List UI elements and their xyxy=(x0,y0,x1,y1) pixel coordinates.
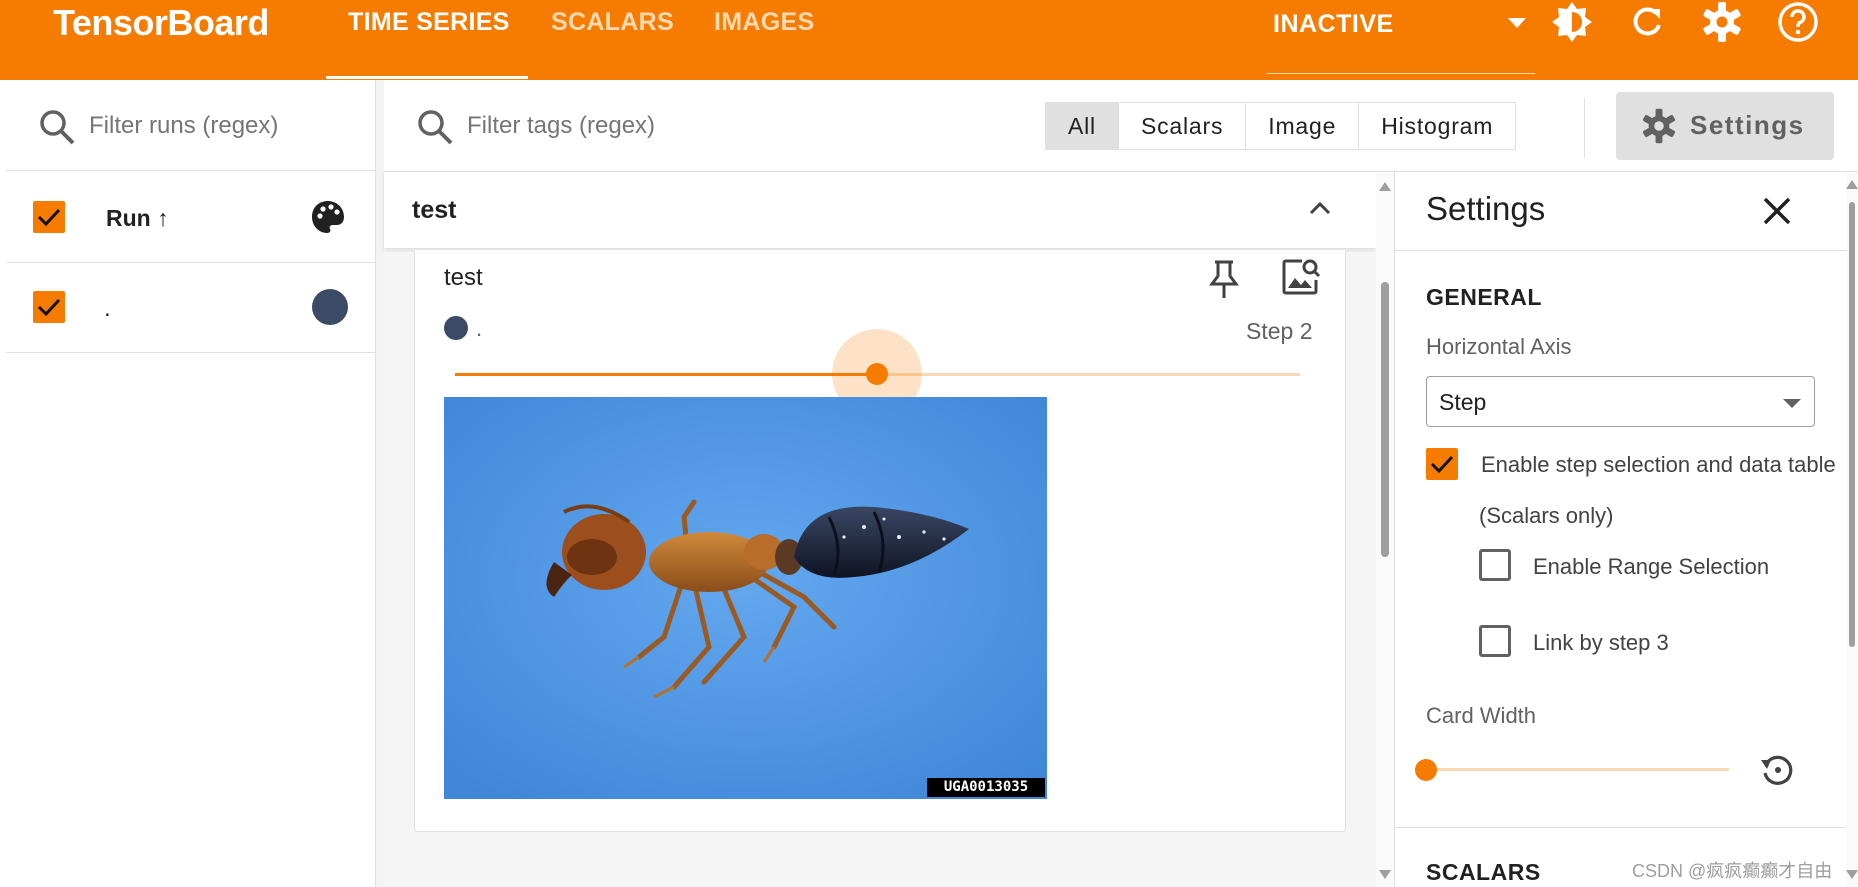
tab-time-series[interactable]: TIME SERIES xyxy=(348,8,510,37)
card-title: test xyxy=(444,264,483,291)
scroll-down-arrow-icon[interactable] xyxy=(1846,870,1858,879)
scalars-section-heading: SCALARS xyxy=(1426,859,1541,885)
sort-arrow-icon: ↑ xyxy=(157,205,169,231)
tag-group-title: test xyxy=(412,196,457,224)
card-width-label: Card Width xyxy=(1426,703,1537,728)
step-label: Step 2 xyxy=(1246,318,1313,344)
horizontal-axis-label: Horizontal Axis xyxy=(1426,334,1572,359)
select-all-runs-checkbox[interactable] xyxy=(33,201,65,233)
step-selection-checkbox[interactable] xyxy=(1426,448,1458,480)
settings-panel-title: Settings xyxy=(1426,190,1546,227)
brand-title[interactable]: TensorBoard xyxy=(53,2,269,44)
scroll-up-arrow-icon[interactable] xyxy=(1379,182,1391,191)
run-column-header[interactable]: Run ↑ xyxy=(106,205,169,232)
top-bar: TensorBoard TIME SERIES SCALARS IMAGES I… xyxy=(0,0,1858,80)
range-selection-label[interactable]: Enable Range Selection xyxy=(1533,554,1769,580)
refrefresh-icon[interactable] xyxy=(1626,0,1670,44)
filter-histogram-button[interactable]: Histogram xyxy=(1359,103,1515,149)
panel-divider[interactable] xyxy=(376,80,384,887)
settings-button-label: Settings xyxy=(1690,110,1805,140)
search-icon xyxy=(40,110,75,145)
chevron-up-icon[interactable] xyxy=(1306,194,1334,222)
divider xyxy=(1394,827,1846,828)
run-color-dot xyxy=(444,316,468,340)
step-slider-thumb[interactable] xyxy=(866,363,888,385)
filter-all-button[interactable]: All xyxy=(1046,103,1119,149)
plugin-select-underline xyxy=(1267,73,1535,74)
settings-scrollbar[interactable] xyxy=(1846,172,1858,887)
chevron-down-icon[interactable] xyxy=(1508,18,1526,28)
help-icon[interactable] xyxy=(1776,0,1820,44)
filter-image-button[interactable]: Image xyxy=(1246,103,1360,149)
settings-gear-icon[interactable] xyxy=(1700,0,1744,44)
ant-image xyxy=(444,397,1047,799)
settings-button[interactable]: Settings xyxy=(1616,92,1834,160)
watermark-text: CSDN @疯疯癫癫才自由 xyxy=(1632,861,1833,881)
card-width-slider-track[interactable] xyxy=(1426,768,1729,771)
step-selection-note: (Scalars only) xyxy=(1479,503,1614,528)
legend-run-name: . xyxy=(476,316,483,341)
range-selection-checkbox[interactable] xyxy=(1479,549,1511,581)
main-scrollbar-thumb[interactable] xyxy=(1381,282,1389,557)
step-selection-label[interactable]: Enable step selection and data table xyxy=(1481,452,1836,478)
divider xyxy=(1394,250,1846,251)
chevron-down-icon xyxy=(1783,399,1801,408)
checkmark-icon xyxy=(1430,455,1454,474)
checkmark-icon xyxy=(37,298,61,317)
plugin-select[interactable]: INACTIVE xyxy=(1273,10,1394,39)
main-scrollbar[interactable] xyxy=(1376,172,1394,887)
link-by-step-label[interactable]: Link by step 3 xyxy=(1533,630,1669,656)
card-width-slider-thumb[interactable] xyxy=(1415,759,1437,781)
scroll-up-arrow-icon[interactable] xyxy=(1846,180,1858,189)
run-name: . xyxy=(104,295,111,322)
run-column-label: Run xyxy=(106,205,151,231)
theme-toggle-icon[interactable] xyxy=(1550,0,1594,44)
fullscreen-image-icon[interactable] xyxy=(1280,256,1322,298)
palette-icon[interactable] xyxy=(310,199,346,235)
reset-icon[interactable] xyxy=(1758,751,1796,789)
horizontal-axis-select[interactable]: Step xyxy=(1426,376,1815,427)
horizontal-axis-value: Step xyxy=(1439,389,1487,415)
step-slider-track-active[interactable] xyxy=(455,373,878,376)
tab-scalars[interactable]: SCALARS xyxy=(551,8,674,37)
divider xyxy=(6,352,376,353)
step-slider-track[interactable] xyxy=(878,373,1300,376)
settings-scrollbar-thumb[interactable] xyxy=(1849,202,1855,647)
gear-icon xyxy=(1642,108,1676,144)
ant-photo xyxy=(444,397,1047,799)
tab-images[interactable]: IMAGES xyxy=(714,8,814,37)
filter-scalars-button[interactable]: Scalars xyxy=(1119,103,1247,149)
divider xyxy=(1584,98,1585,158)
run-color-swatch[interactable] xyxy=(312,289,348,325)
plugin-type-filter: All Scalars Image Histogram xyxy=(1045,102,1517,150)
tag-filter-input[interactable]: Filter tags (regex) xyxy=(467,112,655,140)
active-tab-indicator xyxy=(326,76,528,79)
search-icon xyxy=(418,110,453,145)
scroll-down-arrow-icon[interactable] xyxy=(1379,870,1391,879)
divider xyxy=(6,262,376,263)
tag-group-header[interactable]: test xyxy=(384,172,1376,248)
run-filter-input[interactable]: Filter runs (regex) xyxy=(89,112,278,140)
general-section-heading: GENERAL xyxy=(1426,284,1542,310)
divider xyxy=(6,170,376,171)
checkmark-icon xyxy=(37,208,61,227)
close-icon[interactable] xyxy=(1760,194,1794,228)
run-checkbox[interactable] xyxy=(33,291,65,323)
link-by-step-checkbox[interactable] xyxy=(1479,625,1511,657)
pin-icon[interactable] xyxy=(1206,258,1242,300)
image-watermark-label: UGA0013035 xyxy=(927,778,1045,797)
